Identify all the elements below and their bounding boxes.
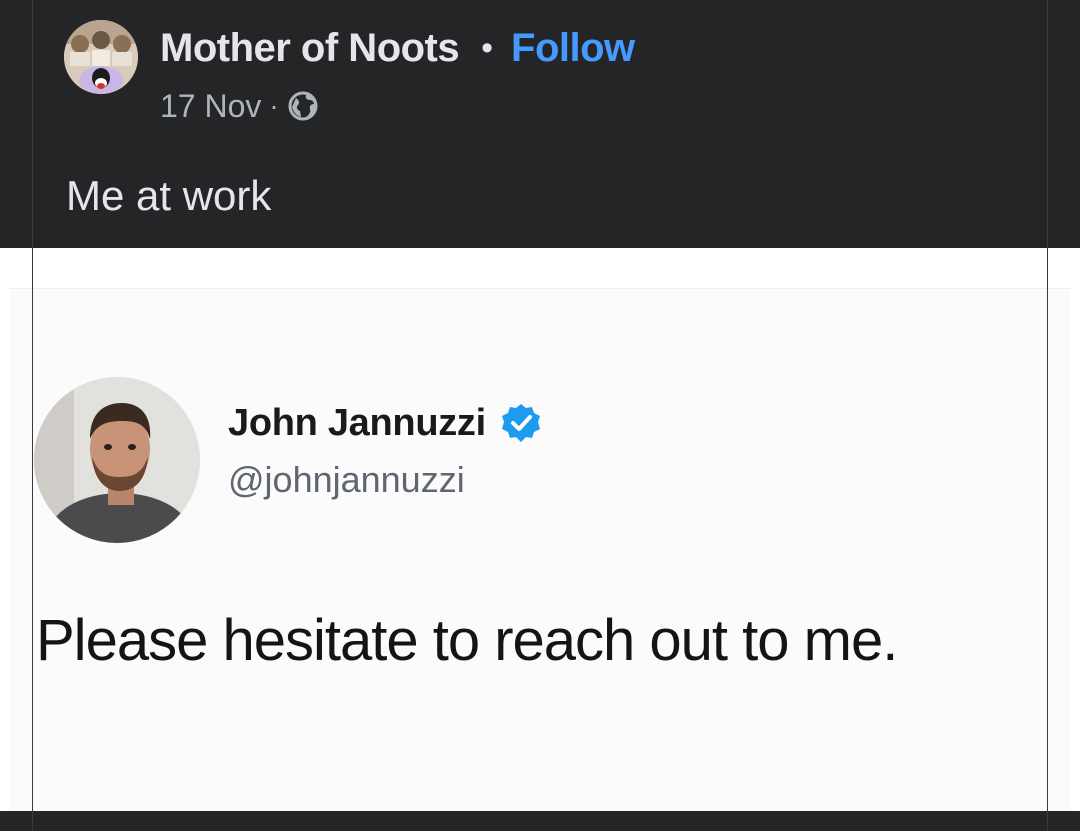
author-row: Mother of Noots • Follow	[160, 22, 635, 74]
post-date[interactable]: 17 Nov	[160, 88, 261, 125]
divider-right	[1047, 0, 1048, 831]
post-caption: Me at work	[66, 172, 272, 219]
divider-left	[32, 0, 33, 831]
follow-button[interactable]: Follow	[511, 26, 635, 71]
profile-photo	[34, 377, 200, 543]
separator-dot: •	[481, 29, 494, 67]
tweet-name-row: John Jannuzzi	[228, 399, 542, 447]
globe-icon[interactable]	[287, 90, 319, 122]
post-view: Mother of Noots • Follow 17 Nov · Me at …	[0, 0, 1080, 831]
post-header: Mother of Noots • Follow 17 Nov · Me at …	[0, 0, 1080, 248]
meta-separator: ·	[269, 90, 279, 121]
bottom-strip	[0, 811, 1080, 831]
post-meta: 17 Nov ·	[160, 86, 319, 126]
tweet-text: Please hesitate to reach out to me.	[36, 608, 898, 673]
author-avatar[interactable]	[64, 20, 138, 94]
author-name[interactable]: Mother of Noots	[160, 26, 460, 71]
tweet-author-avatar	[34, 377, 200, 543]
tweet-author-name: John Jannuzzi	[228, 401, 486, 444]
tweet-handle: @johnjannuzzi	[228, 459, 465, 500]
tweet-card: John Jannuzzi @johnjannuzzi Please hesit…	[10, 288, 1070, 812]
avatar-image	[64, 20, 138, 94]
verified-badge-icon	[500, 402, 542, 444]
post-image[interactable]: John Jannuzzi @johnjannuzzi Please hesit…	[0, 248, 1080, 812]
